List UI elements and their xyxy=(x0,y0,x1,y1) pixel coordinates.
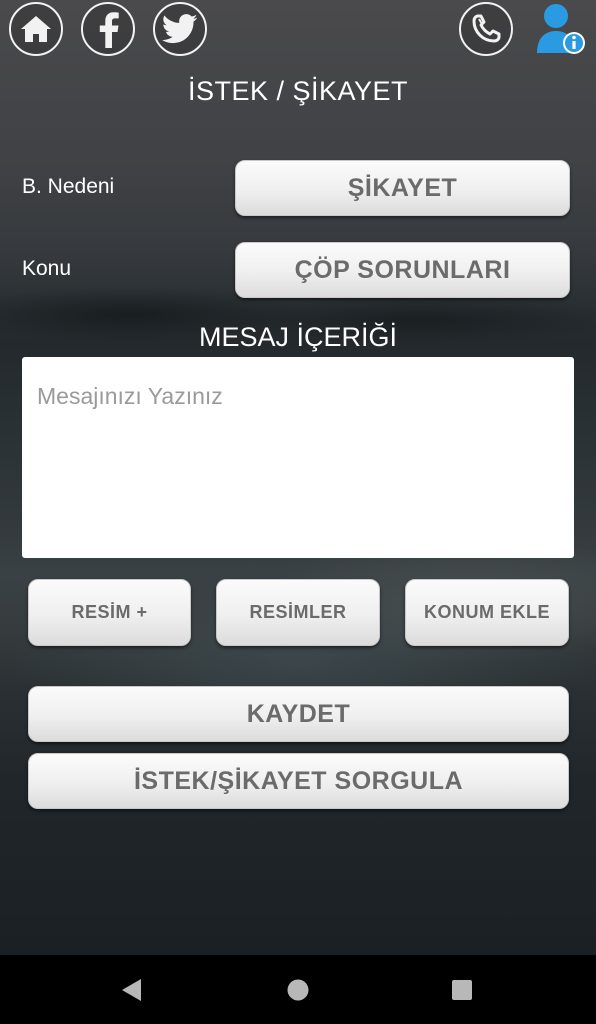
query-label: İSTEK/ŞİKAYET SORGULA xyxy=(133,766,464,795)
add-image-label: RESİM + xyxy=(71,602,148,622)
twitter-icon xyxy=(162,14,198,44)
save-button[interactable]: KAYDET xyxy=(28,686,569,742)
save-label: KAYDET xyxy=(246,699,351,728)
query-button[interactable]: İSTEK/ŞİKAYET SORGULA xyxy=(28,753,569,809)
message-placeholder: Mesajınızı Yazınız xyxy=(37,383,223,409)
home-icon xyxy=(21,16,51,42)
phone-icon xyxy=(472,14,501,43)
reason-select-button[interactable]: ŞİKAYET xyxy=(235,160,570,216)
add-image-button[interactable]: RESİM + xyxy=(28,579,191,646)
phone-button[interactable] xyxy=(459,2,513,56)
back-triangle-icon[interactable] xyxy=(119,977,145,1003)
message-input[interactable]: Mesajınızı Yazınız xyxy=(22,357,574,558)
topic-select-button[interactable]: ÇÖP SORUNLARI xyxy=(235,242,570,298)
user-info-button[interactable] xyxy=(534,1,586,57)
system-nav-bar xyxy=(0,955,596,1024)
reason-label: B. Nedeni xyxy=(22,175,115,198)
twitter-button[interactable] xyxy=(153,2,207,56)
home-circle-icon[interactable] xyxy=(286,978,310,1002)
add-location-button[interactable]: KONUM EKLE xyxy=(405,579,569,646)
user-info-icon xyxy=(537,4,585,54)
reason-select-value: ŞİKAYET xyxy=(347,173,458,202)
message-section-title: MESAJ İÇERİĞİ xyxy=(198,322,398,352)
facebook-button[interactable] xyxy=(81,2,135,56)
images-label: RESİMLER xyxy=(249,602,347,622)
topic-label: Konu xyxy=(22,257,72,280)
page-title: İSTEK / ŞİKAYET xyxy=(187,76,409,106)
recents-square-icon[interactable] xyxy=(451,979,473,1001)
facebook-icon xyxy=(99,12,119,48)
images-button[interactable]: RESİMLER xyxy=(216,579,380,646)
add-location-label: KONUM EKLE xyxy=(424,602,550,622)
home-button[interactable] xyxy=(9,2,63,56)
topic-select-value: ÇÖP SORUNLARI xyxy=(294,255,511,284)
